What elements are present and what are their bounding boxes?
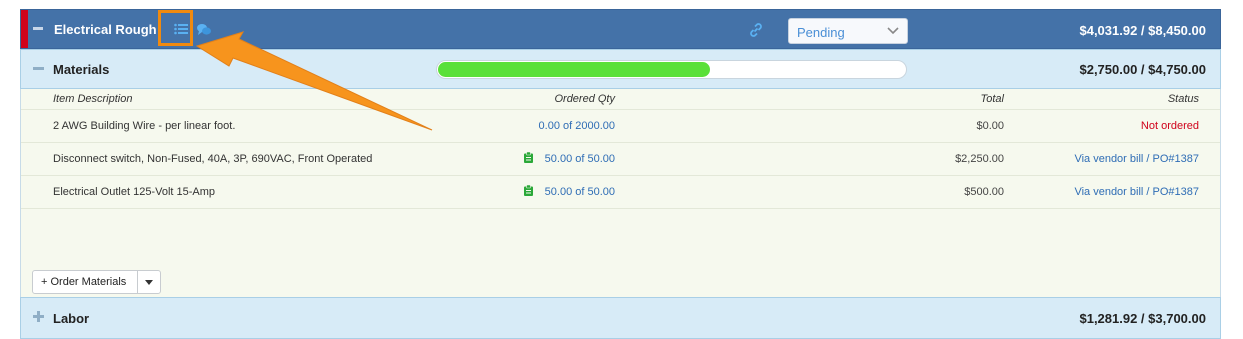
ordered-qty-link[interactable]: 50.00 of 50.00 <box>545 153 615 165</box>
budget-panel: Electrical Rough In Pending $4,031.92 / … <box>20 9 1221 339</box>
status-select[interactable]: Pending <box>788 18 908 44</box>
phase-title: Electrical Rough In <box>54 22 158 37</box>
order-materials-dropdown-button[interactable] <box>137 270 161 294</box>
item-description: Electrical Outlet 125-Volt 15-Amp <box>53 186 216 198</box>
list-icon[interactable] <box>174 23 188 35</box>
phase-amount: $4,031.92 / $8,450.00 <box>1079 23 1206 38</box>
link-icon[interactable] <box>748 22 764 38</box>
labor-header[interactable]: Labor $1,281.92 / $3,700.00 <box>20 297 1221 339</box>
phase-header[interactable]: Electrical Rough In Pending $4,031.92 / … <box>20 9 1221 49</box>
item-total: $500.00 <box>964 186 1004 198</box>
materials-section: Materials $2,750.00 / $4,750.00 Item Des… <box>20 49 1221 297</box>
materials-progress-bar <box>436 60 907 79</box>
status-stripe <box>21 10 28 48</box>
order-materials-label: + Order Materials <box>41 276 127 288</box>
vendor-bill-link[interactable]: Via vendor bill / PO#1387 <box>1074 186 1199 198</box>
item-total: $0.00 <box>976 120 1004 132</box>
progress-fill <box>438 62 710 77</box>
ordered-qty-link[interactable]: 0.00 of 2000.00 <box>539 120 615 132</box>
clipboard-icon <box>524 152 533 163</box>
item-description: 2 AWG Building Wire - per linear foot. <box>53 120 236 132</box>
table-row: Electrical Outlet 125-Volt 15-Amp 50.00 … <box>21 176 1220 209</box>
col-total: Total <box>980 93 1004 105</box>
chevron-down-icon <box>887 27 899 35</box>
table-row: 2 AWG Building Wire - per linear foot. 0… <box>21 110 1220 143</box>
col-ordered-qty: Ordered Qty <box>554 93 615 105</box>
ordered-qty-link[interactable]: 50.00 of 50.00 <box>545 186 615 198</box>
item-status: Not ordered <box>1140 120 1199 132</box>
expand-icon[interactable] <box>33 311 44 322</box>
vendor-bill-link[interactable]: Via vendor bill / PO#1387 <box>1074 153 1199 165</box>
status-select-value: Pending <box>797 25 845 40</box>
clipboard-icon <box>524 185 533 196</box>
item-total: $2,250.00 <box>955 153 1004 165</box>
chat-icon[interactable] <box>197 23 211 36</box>
materials-header[interactable]: Materials $2,750.00 / $4,750.00 <box>20 49 1221 89</box>
col-description: Item Description <box>53 93 133 105</box>
collapse-icon[interactable] <box>33 67 44 70</box>
table-row: Disconnect switch, Non-Fused, 40A, 3P, 6… <box>21 143 1220 176</box>
labor-amount: $1,281.92 / $3,700.00 <box>1079 311 1206 326</box>
labor-title: Labor <box>53 311 90 326</box>
col-status: Status <box>1167 93 1199 105</box>
materials-title: Materials <box>53 62 110 77</box>
materials-amount: $2,750.00 / $4,750.00 <box>1079 62 1206 77</box>
item-description: Disconnect switch, Non-Fused, 40A, 3P, 6… <box>53 153 373 165</box>
collapse-icon[interactable] <box>32 22 44 34</box>
table-header: Item Description Ordered Qty Total Statu… <box>21 89 1220 110</box>
order-materials-button[interactable]: + Order Materials <box>32 270 138 294</box>
